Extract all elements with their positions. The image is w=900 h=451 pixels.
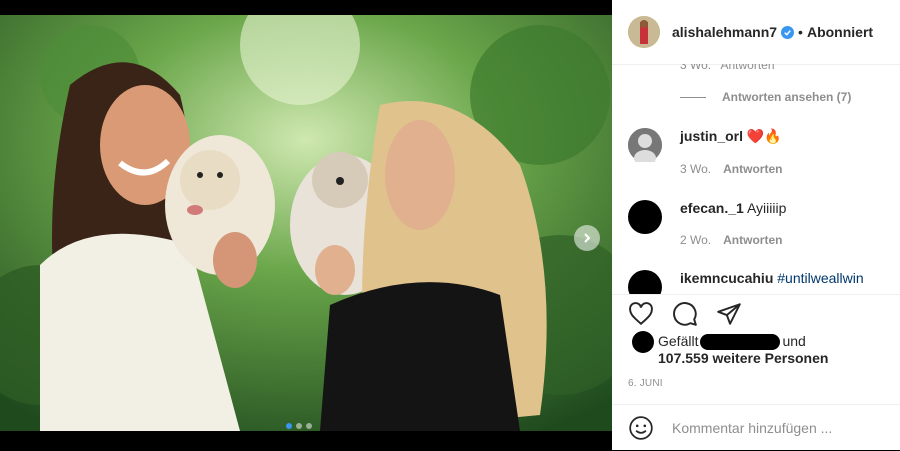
comment-avatar[interactable]: [628, 128, 662, 166]
comment-item: ikemncucahiu #untilweallwin: [628, 270, 864, 294]
comments-list[interactable]: 3 Wo. Antworten Antworten ansehen (7) ju…: [612, 64, 900, 294]
avatar[interactable]: [628, 16, 660, 48]
carousel-dot[interactable]: [296, 423, 302, 429]
view-replies-button[interactable]: Antworten ansehen (7): [680, 90, 851, 104]
comment-reply-button[interactable]: Antworten: [723, 233, 782, 247]
photo-image: [0, 15, 612, 431]
follow-button[interactable]: Abonniert: [807, 24, 873, 40]
chevron-right-icon: [584, 233, 591, 243]
comment-icon[interactable]: [672, 301, 698, 327]
comment-hashtag[interactable]: #untilweallwin: [777, 270, 863, 286]
post-date: 6. JUNI: [628, 378, 663, 389]
carousel-dots: [286, 423, 312, 429]
add-comment-bar: [612, 404, 900, 451]
comment-text: ikemncucahiu #untilweallwin: [680, 270, 864, 286]
comment-content: Ayiiiiip: [746, 200, 787, 216]
likes-prefix: Gefällt: [658, 333, 699, 349]
likes-suffix: und: [782, 333, 806, 349]
liker-avatar[interactable]: [632, 331, 654, 353]
comment-body: ikemncucahiu #untilweallwin: [680, 270, 864, 294]
comment-age: 3 Wo.: [680, 162, 712, 176]
avatar-image: [628, 16, 660, 48]
next-image-button[interactable]: [574, 225, 600, 251]
share-icon[interactable]: [716, 301, 742, 327]
comment-content: ❤️🔥: [746, 128, 782, 144]
comment-reply-button[interactable]: Antworten: [723, 162, 782, 176]
post-header: alishalehmann7 • Abonniert: [612, 0, 900, 65]
replies-line: [680, 96, 706, 98]
comment-text: efecan._1 Ayiiiiip: [680, 200, 786, 216]
post-username[interactable]: alishalehmann7: [672, 24, 777, 40]
verified-badge-icon: [781, 25, 795, 39]
comment-avatar[interactable]: [628, 270, 662, 294]
comment-item: efecan._1 Ayiiiiip 2 Wo. Antworten: [628, 200, 786, 247]
carousel-dot[interactable]: [306, 423, 312, 429]
comment-input[interactable]: [670, 419, 874, 437]
separator-bullet: •: [798, 24, 803, 40]
redacted-username: [700, 334, 781, 351]
heart-icon[interactable]: [628, 301, 654, 327]
action-icons: [612, 295, 900, 329]
comment-username[interactable]: ikemncucahiu: [680, 270, 773, 286]
comment-meta: 2 Wo. Antworten: [680, 233, 786, 247]
likes-summary: Gefällt und 107.559 weitere Personen: [632, 331, 828, 366]
emoji-icon[interactable]: [628, 415, 654, 441]
likes-text: Gefällt und 107.559 weitere Personen: [658, 333, 828, 366]
post-actions: Gefällt und 107.559 weitere Personen 6. J…: [612, 294, 900, 405]
likes-others-link[interactable]: 107.559 weitere Personen: [658, 350, 828, 366]
view-replies-label: Antworten ansehen (7): [722, 90, 852, 104]
comment-meta: 3 Wo. Antworten: [680, 64, 775, 72]
comment-body: efecan._1 Ayiiiiip 2 Wo. Antworten: [680, 200, 786, 247]
post-side-panel: alishalehmann7 • Abonniert 3 Wo. Antwort…: [612, 0, 900, 450]
comment-avatar-image: [628, 128, 662, 166]
comment-item: justin_orl ❤️🔥 3 Wo. Antworten: [628, 128, 782, 176]
carousel-dot[interactable]: [286, 423, 292, 429]
comment-body: justin_orl ❤️🔥 3 Wo. Antworten: [680, 128, 782, 176]
comment-age: 2 Wo.: [680, 233, 712, 247]
comment-text: justin_orl ❤️🔥: [680, 128, 782, 145]
comment-username[interactable]: efecan._1: [680, 200, 744, 216]
post-photo[interactable]: [0, 15, 612, 431]
comment-avatar[interactable]: [628, 200, 662, 234]
comment-meta: 3 Wo. Antworten: [680, 162, 782, 176]
comment-username[interactable]: justin_orl: [680, 128, 743, 144]
